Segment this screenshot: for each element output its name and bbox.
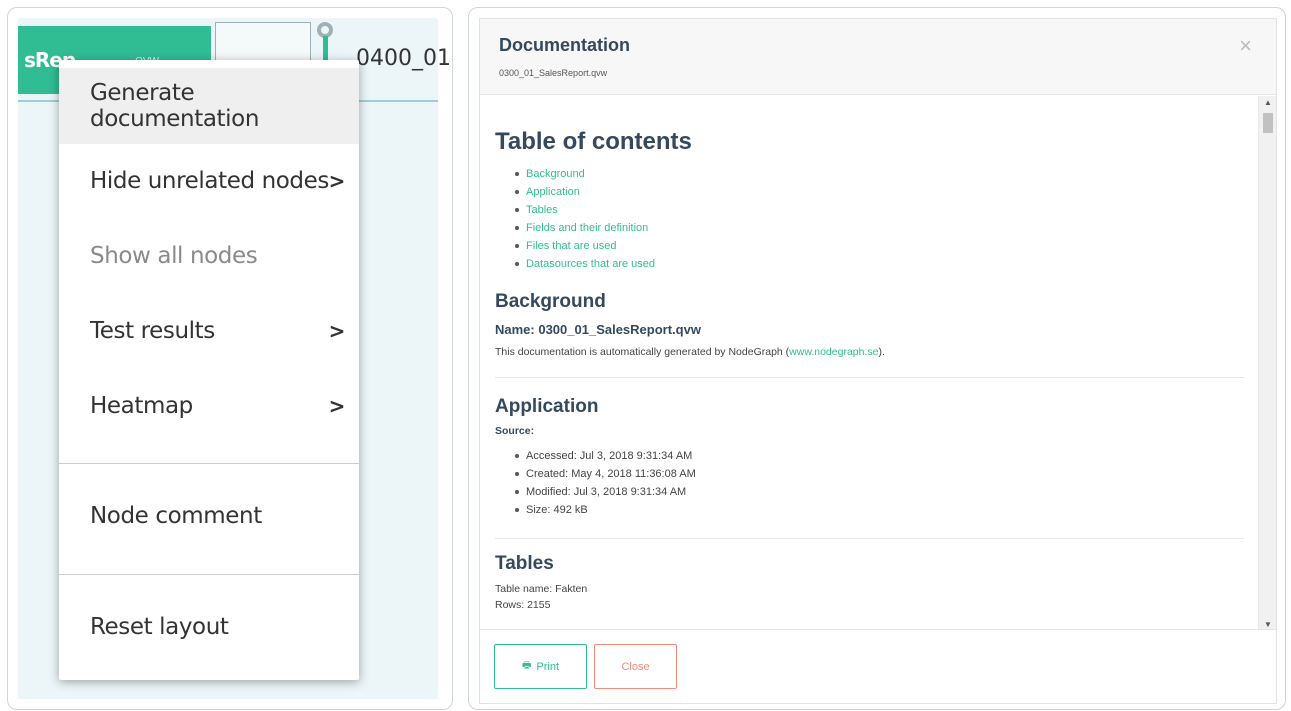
close-button[interactable]: Close [594,644,677,689]
menu-item-show-all-nodes[interactable]: Show all nodes [59,218,359,294]
chevron-right-icon: > [328,169,346,193]
section-title-application: Application [495,396,599,417]
menu-item-label: Show all nodes [90,243,258,269]
scroll-up-icon[interactable]: ▲ [1264,98,1272,107]
toc-link-files[interactable]: Files that are used [515,237,1244,255]
pin-icon [313,22,335,96]
menu-item-label: Generate documentation [90,80,259,132]
section-title-background: Background [495,291,606,312]
background-text-end: ). [878,346,885,358]
section-divider [495,377,1244,378]
menu-item-label: Reset layout [90,614,229,640]
section-title-tables: Tables [495,553,554,574]
menu-item-test-results[interactable]: Test results > [59,293,359,369]
section-divider [495,538,1244,539]
menu-divider [59,574,359,575]
print-button[interactable]: 🖶 Print [494,644,587,689]
modal-body[interactable]: Table of contents Background Application… [480,96,1258,631]
background-text-start: This documentation is automatically gene… [495,346,790,358]
scrollbar-thumb[interactable] [1263,113,1273,133]
close-icon[interactable]: × [1239,33,1252,59]
background-text: This documentation is automatically gene… [495,346,1244,358]
toc-link-datasources[interactable]: Datasources that are used [515,255,1244,273]
toc-title: Table of contents [495,128,692,155]
menu-item-label: Heatmap [90,393,193,419]
application-source-label: Source: [495,425,535,437]
table-rows: Rows: 2155 [495,599,551,611]
menu-item-heatmap[interactable]: Heatmap > [59,368,359,444]
list-item: Created: May 4, 2018 11:36:08 AM [515,465,1244,483]
documentation-panel: Documentation 0300_01_SalesReport.qvw × … [468,7,1286,710]
background-name: Name: 0300_01_SalesReport.qvw [495,322,701,337]
scroll-down-icon[interactable]: ▼ [1264,620,1272,629]
list-item: Size: 492 kB [515,501,1244,519]
menu-item-generate-documentation[interactable]: Generate documentation [59,68,359,144]
modal-header: Documentation 0300_01_SalesReport.qvw × [480,19,1276,95]
application-source-list: Accessed: Jul 3, 2018 9:31:34 AM Created… [495,447,1244,519]
chevron-right-icon: > [328,394,346,418]
menu-item-node-comment[interactable]: Node comment [59,478,359,554]
printer-icon: 🖶 [521,660,532,671]
modal-subtitle: 0300_01_SalesReport.qvw [499,68,608,78]
menu-item-label: Hide unrelated nodes [90,168,329,194]
context-menu: Generate documentation Hide unrelated no… [59,60,359,680]
documentation-modal: Documentation 0300_01_SalesReport.qvw × … [479,18,1277,704]
menu-item-label: Test results [90,318,215,344]
toc-link-application[interactable]: Application [515,183,1244,201]
list-item: Accessed: Jul 3, 2018 9:31:34 AM [515,447,1244,465]
list-item: Modified: Jul 3, 2018 9:31:34 AM [515,483,1244,501]
menu-item-label: Node comment [90,503,262,529]
graph-panel: sRep QVW 0400_01 Generate documentation … [7,7,453,710]
vertical-scrollbar[interactable]: ▲ ▼ [1258,96,1276,631]
modal-footer: 🖶 Print Close [480,629,1276,703]
modal-title: Documentation [499,35,631,55]
menu-divider [59,463,359,464]
toc-link-tables[interactable]: Tables [515,201,1244,219]
node-id-label: 0400_01 [356,46,451,71]
table-name-link[interactable]: Table name: Fakten [495,583,1244,595]
close-button-label: Close [621,660,650,673]
toc-link-background[interactable]: Background [515,165,1244,183]
menu-item-reset-layout[interactable]: Reset layout [59,589,359,665]
toc-list: Background Application Tables Fields and… [495,165,1244,273]
menu-item-hide-unrelated-nodes[interactable]: Hide unrelated nodes > [59,143,359,219]
toc-link-fields[interactable]: Fields and their definition [515,219,1244,237]
print-button-label: Print [536,660,560,673]
nodegraph-link[interactable]: www.nodegraph.se [789,346,878,358]
chevron-right-icon: > [328,319,346,343]
